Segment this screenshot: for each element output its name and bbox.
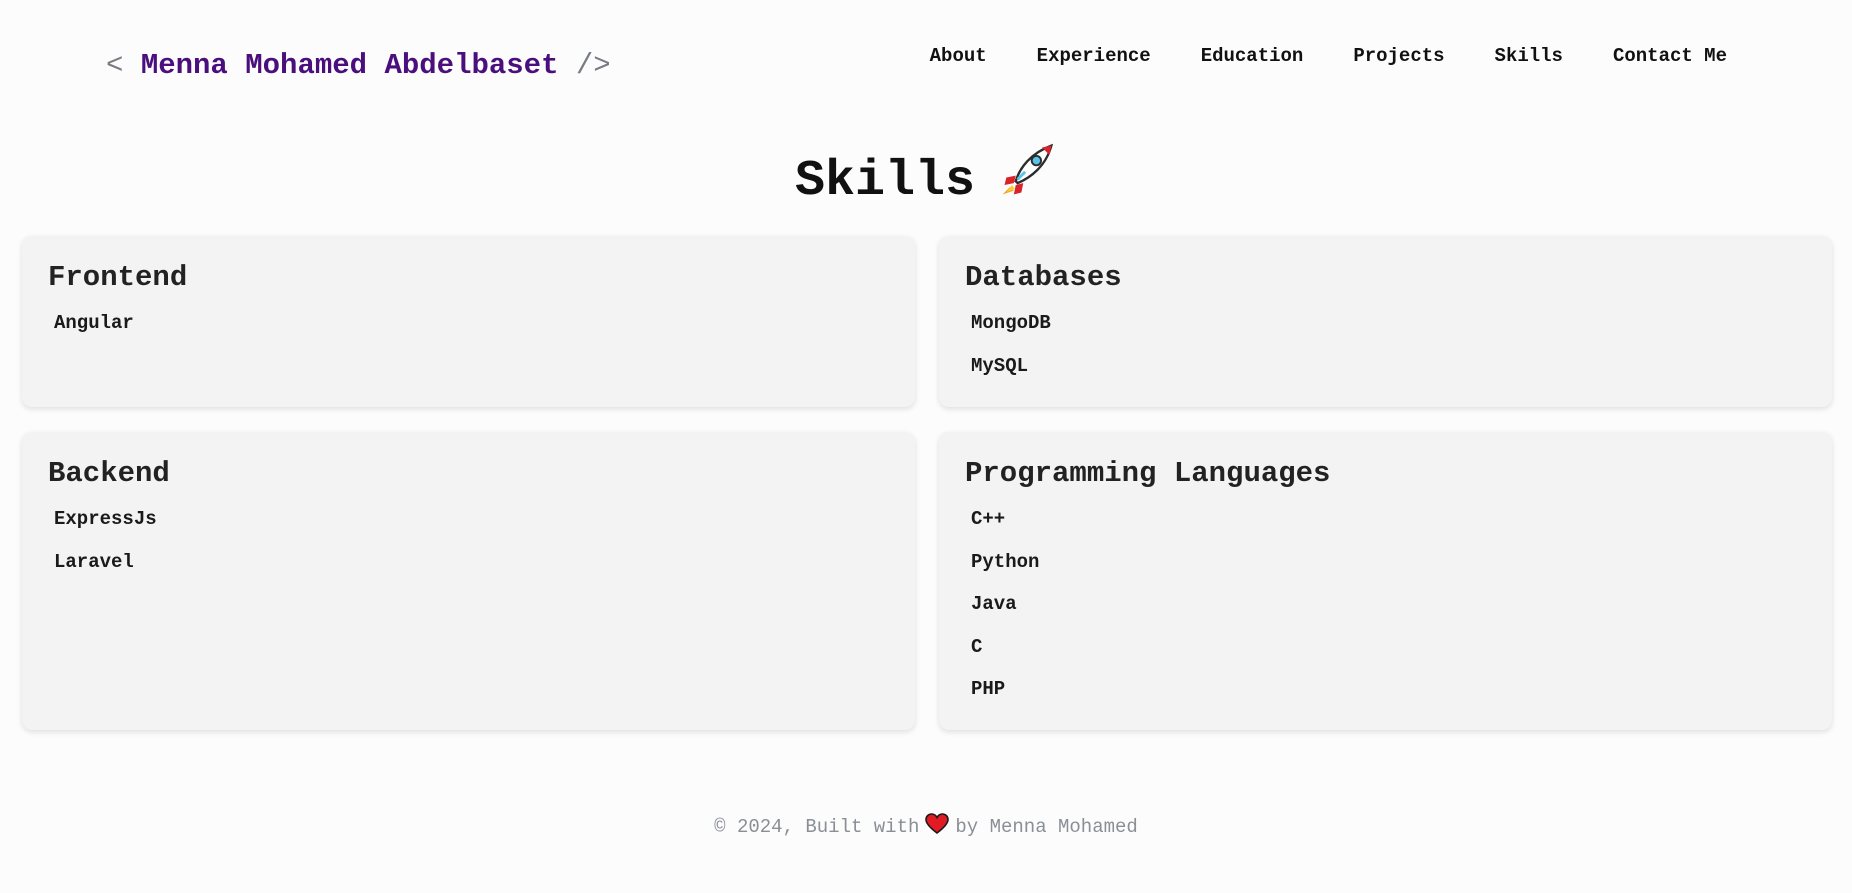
footer-prefix: © 2024, Built with <box>714 816 920 838</box>
skill-item: Java <box>971 593 1017 615</box>
page-title: Skills <box>0 140 1852 217</box>
nav-link-projects[interactable]: Projects <box>1353 42 1444 70</box>
skill-item: MySQL <box>971 354 1029 377</box>
skill-card-title: Backend <box>48 457 170 490</box>
skill-card-programming-languages: Programming Languages C++ Python Java C … <box>939 432 1832 730</box>
footer-suffix: by Menna Mohamed <box>955 816 1138 838</box>
logo-name: Menna Mohamed Abdelbaset <box>140 49 559 82</box>
skill-card-title: Frontend <box>48 261 188 294</box>
site-header: < Menna Mohamed Abdelbaset /> About Expe… <box>0 0 1852 120</box>
heart-icon <box>925 813 950 835</box>
skill-item: Angular <box>54 312 134 334</box>
skill-card-databases: Databases MongoDB MySQL <box>939 236 1832 407</box>
skill-list: ExpressJs Laravel <box>54 506 157 591</box>
skill-card-title: Databases <box>965 261 1122 294</box>
page-title-text: Skills <box>794 153 976 210</box>
skill-list: C++ Python Java C PHP <box>971 506 1039 719</box>
nav-link-education[interactable]: Education <box>1201 42 1304 70</box>
rocket-icon <box>997 140 1057 200</box>
skill-item: Python <box>971 550 1040 573</box>
skill-card-frontend: Frontend Angular <box>22 236 915 407</box>
nav-link-skills[interactable]: Skills <box>1495 42 1563 70</box>
skill-card-backend: Backend ExpressJs Laravel <box>22 432 915 730</box>
skill-list: Angular <box>54 310 134 353</box>
skill-list: MongoDB MySQL <box>971 310 1051 395</box>
site-logo[interactable]: < Menna Mohamed Abdelbaset /> <box>106 46 611 86</box>
nav-link-contact[interactable]: Contact Me <box>1613 42 1727 70</box>
nav-link-about[interactable]: About <box>930 42 987 70</box>
skill-card-title: Programming Languages <box>965 457 1331 490</box>
skill-item: ExpressJs <box>54 508 157 530</box>
skill-item: PHP <box>971 678 1006 700</box>
skill-item: C <box>971 635 983 658</box>
logo-open-bracket: < <box>106 49 124 82</box>
nav-link-experience[interactable]: Experience <box>1037 42 1151 70</box>
logo-close-bracket: /> <box>575 49 611 82</box>
main-nav: About Experience Education Projects Skil… <box>880 42 1727 70</box>
skill-item: C++ <box>971 508 1006 530</box>
skill-item: Laravel <box>54 550 134 573</box>
site-footer: © 2024, Built with by Menna Mohamed <box>0 812 1852 842</box>
skill-item: MongoDB <box>971 312 1051 334</box>
